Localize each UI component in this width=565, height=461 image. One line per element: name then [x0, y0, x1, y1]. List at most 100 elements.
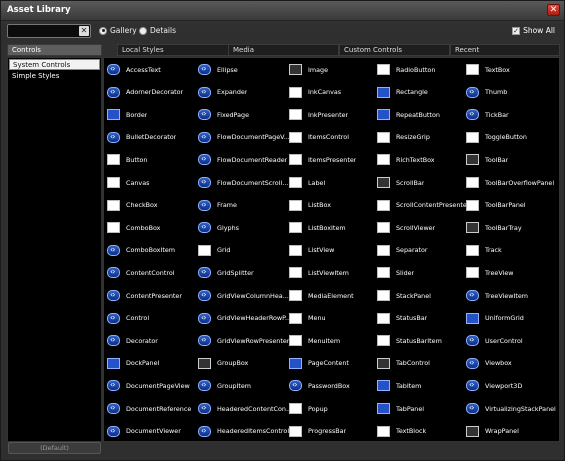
asset-item[interactable]: GridViewHeaderRowP...	[198, 309, 292, 328]
asset-item[interactable]: ListView	[289, 241, 383, 260]
asset-item[interactable]: ScrollContentPresenter	[377, 196, 471, 215]
asset-item[interactable]: TreeViewItem	[466, 286, 560, 305]
category-system-controls[interactable]: System Controls	[9, 59, 100, 70]
asset-item[interactable]: StackPanel	[377, 286, 471, 305]
asset-item[interactable]: MenuItem	[289, 331, 383, 350]
asset-item[interactable]: StatusBar	[377, 309, 471, 328]
asset-item[interactable]: ToolBarTray	[466, 218, 560, 237]
asset-item[interactable]: Image	[289, 60, 383, 79]
asset-item[interactable]: GroupBox	[198, 354, 292, 373]
asset-item[interactable]: InkPresenter	[289, 105, 383, 124]
asset-item[interactable]: Thumb	[466, 83, 560, 102]
asset-item[interactable]: ContentPresenter	[107, 286, 201, 305]
asset-item[interactable]: Viewbox	[466, 354, 560, 373]
asset-item[interactable]: HeaderedContentCon...	[198, 399, 292, 418]
asset-item[interactable]: TabPanel	[377, 399, 471, 418]
asset-item[interactable]: CheckBox	[107, 196, 201, 215]
asset-item[interactable]: RadioButton	[377, 60, 471, 79]
asset-item[interactable]: HeaderedItemsControl	[198, 422, 292, 441]
asset-item[interactable]: InkCanvas	[289, 83, 383, 102]
asset-item[interactable]: ScrollBar	[377, 173, 471, 192]
asset-item[interactable]: ItemsPresenter	[289, 150, 383, 169]
details-radio-dot[interactable]	[139, 26, 147, 35]
tab-controls[interactable]: Controls	[7, 44, 102, 56]
asset-item[interactable]: ItemsControl	[289, 128, 383, 147]
asset-item[interactable]: AccessText	[107, 60, 201, 79]
asset-item[interactable]: ListBoxItem	[289, 218, 383, 237]
asset-item[interactable]: ProgressBar	[289, 422, 383, 441]
asset-item[interactable]: PasswordBox	[289, 376, 383, 395]
asset-item[interactable]: ToolBarOverflowPanel	[466, 173, 560, 192]
asset-item[interactable]: ResizeGrip	[377, 128, 471, 147]
asset-item[interactable]: Expander	[198, 83, 292, 102]
asset-item[interactable]: UniformGrid	[466, 309, 560, 328]
asset-item[interactable]: Canvas	[107, 173, 201, 192]
asset-item[interactable]: Button	[107, 150, 201, 169]
asset-item[interactable]: PageContent	[289, 354, 383, 373]
asset-item[interactable]: TabItem	[377, 376, 471, 395]
asset-item[interactable]: TextBlock	[377, 422, 471, 441]
asset-item[interactable]: ListViewItem	[289, 263, 383, 282]
search-input[interactable]: ✕	[7, 24, 91, 38]
asset-item[interactable]: Rectangle	[377, 83, 471, 102]
asset-item[interactable]: TreeView	[466, 263, 560, 282]
asset-item[interactable]: BulletDecorator	[107, 128, 201, 147]
asset-item[interactable]: ToolBar	[466, 150, 560, 169]
asset-item[interactable]: ToolBarPanel	[466, 196, 560, 215]
checkmark-icon[interactable]: ✓	[512, 26, 521, 35]
asset-item[interactable]: UserControl	[466, 331, 560, 350]
asset-item[interactable]: Slider	[377, 263, 471, 282]
default-button[interactable]: (Default)	[8, 442, 101, 454]
tab-recent[interactable]: Recent	[450, 44, 560, 56]
asset-item[interactable]: MediaElement	[289, 286, 383, 305]
asset-item[interactable]: AdornerDecorator	[107, 83, 201, 102]
close-button[interactable]: ✕	[547, 4, 560, 16]
asset-item[interactable]: Border	[107, 105, 201, 124]
asset-item[interactable]: Viewport3D	[466, 376, 560, 395]
asset-item[interactable]: ScrollViewer	[377, 218, 471, 237]
asset-item[interactable]: WrapPanel	[466, 422, 560, 441]
asset-item[interactable]: StatusBarItem	[377, 331, 471, 350]
asset-item[interactable]: Ellipse	[198, 60, 292, 79]
asset-item[interactable]: Grid	[198, 241, 292, 260]
asset-item[interactable]: Popup	[289, 399, 383, 418]
asset-item[interactable]: RichTextBox	[377, 150, 471, 169]
asset-item[interactable]: DocumentViewer	[107, 422, 201, 441]
asset-item[interactable]: ContentControl	[107, 263, 201, 282]
asset-item[interactable]: FlowDocumentScroll...	[198, 173, 292, 192]
asset-item[interactable]: Decorator	[107, 331, 201, 350]
asset-item[interactable]: TextBox	[466, 60, 560, 79]
asset-item[interactable]: DocumentReference	[107, 399, 201, 418]
asset-item[interactable]: DockPanel	[107, 354, 201, 373]
asset-item[interactable]: RepeatButton	[377, 105, 471, 124]
asset-item[interactable]: Label	[289, 173, 383, 192]
asset-item[interactable]: GridViewRowPresenter	[198, 331, 292, 350]
asset-item[interactable]: Menu	[289, 309, 383, 328]
asset-item[interactable]: FlowDocumentPageV...	[198, 128, 292, 147]
details-radio[interactable]: Details	[139, 26, 176, 35]
asset-item[interactable]: VirtualizingStackPanel	[466, 399, 560, 418]
asset-item[interactable]: ListBox	[289, 196, 383, 215]
asset-item[interactable]: Track	[466, 241, 560, 260]
tab-media[interactable]: Media	[228, 44, 339, 56]
asset-item[interactable]: GroupItem	[198, 376, 292, 395]
asset-item[interactable]: GridSplitter	[198, 263, 292, 282]
asset-item[interactable]: ComboBox	[107, 218, 201, 237]
asset-item[interactable]: DocumentPageView	[107, 376, 201, 395]
asset-item[interactable]: ToggleButton	[466, 128, 560, 147]
asset-item[interactable]: TickBar	[466, 105, 560, 124]
asset-item[interactable]: GridViewColumnHea...	[198, 286, 292, 305]
asset-item[interactable]: Glyphs	[198, 218, 292, 237]
asset-item[interactable]: FixedPage	[198, 105, 292, 124]
asset-item[interactable]: ComboBoxItem	[107, 241, 201, 260]
asset-item[interactable]: TabControl	[377, 354, 471, 373]
tab-custom-controls[interactable]: Custom Controls	[339, 44, 450, 56]
tab-local-styles[interactable]: Local Styles	[117, 44, 232, 56]
category-simple-styles[interactable]: Simple Styles	[9, 71, 100, 82]
asset-item[interactable]: Control	[107, 309, 201, 328]
asset-item[interactable]: Frame	[198, 196, 292, 215]
clear-search-button[interactable]: ✕	[79, 26, 89, 36]
asset-item[interactable]: FlowDocumentReader	[198, 150, 292, 169]
gallery-radio-dot[interactable]	[99, 26, 107, 35]
show-all-checkbox[interactable]: ✓ Show All	[512, 26, 555, 35]
